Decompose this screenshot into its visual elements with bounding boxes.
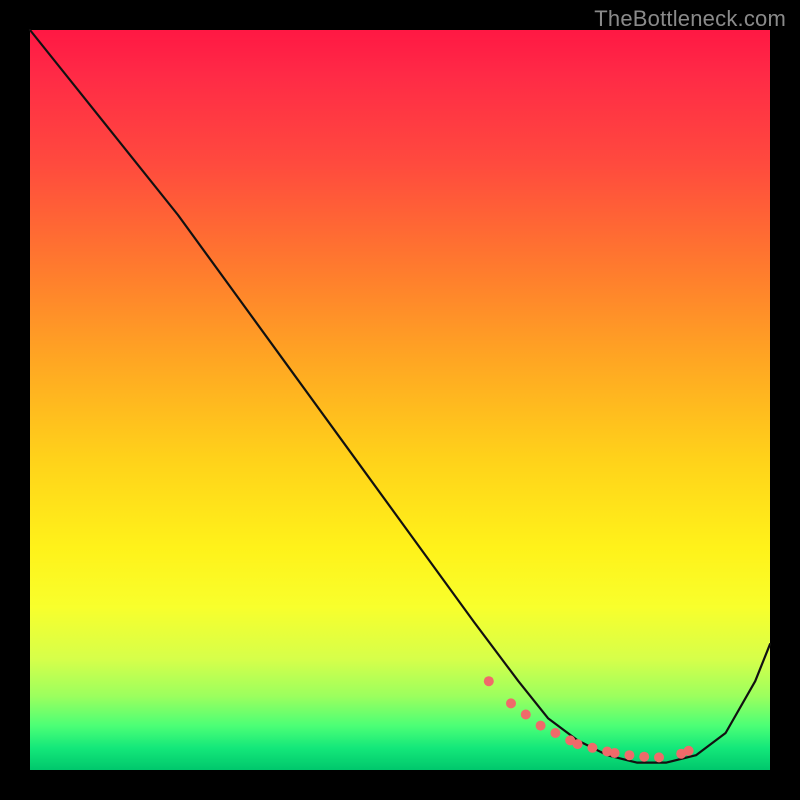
- highlight-dot: [654, 752, 664, 762]
- highlight-dot: [521, 710, 531, 720]
- curve-layer: [30, 30, 770, 770]
- chart-stage: TheBottleneck.com: [0, 0, 800, 800]
- highlight-dot: [684, 746, 694, 756]
- watermark-label: TheBottleneck.com: [594, 6, 786, 32]
- highlight-dot: [624, 750, 634, 760]
- gradient-plot-area: [30, 30, 770, 770]
- highlight-dot: [536, 721, 546, 731]
- highlight-dot: [587, 743, 597, 753]
- highlight-dot: [573, 739, 583, 749]
- highlight-dot: [550, 728, 560, 738]
- highlight-dot: [610, 748, 620, 758]
- highlight-dot: [484, 676, 494, 686]
- bottleneck-curve-path: [30, 30, 770, 763]
- highlight-dot: [639, 752, 649, 762]
- highlight-dot: [506, 698, 516, 708]
- highlight-dots-group: [484, 676, 694, 762]
